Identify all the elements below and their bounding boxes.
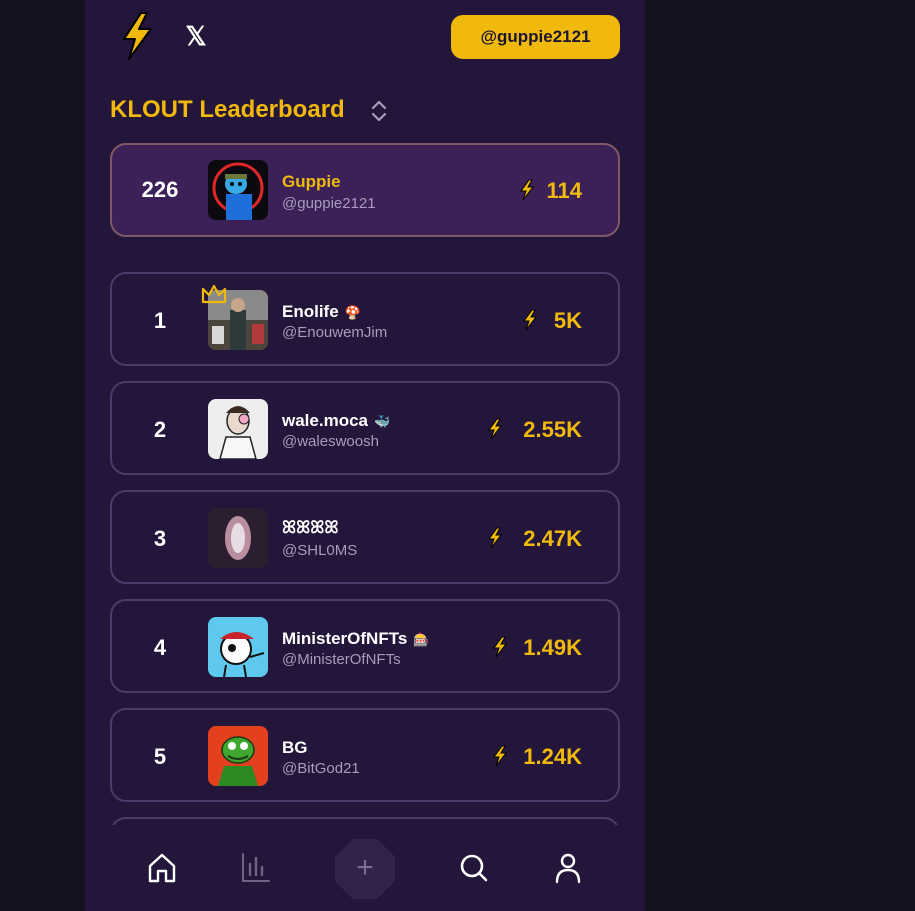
rank-number: 5: [153, 744, 167, 769]
left-backdrop: [0, 0, 85, 911]
user-handle: @BitGod21: [282, 760, 360, 777]
user-name: MinisterOfNFTs 🎰: [282, 629, 430, 649]
user-handle: @MinisterOfNFTs: [282, 651, 401, 668]
lightning-bolt-icon: [493, 636, 508, 658]
leaderboard-row[interactable]: 1 Enolife 🍄 @EnouwemJim 5K: [110, 272, 620, 366]
klout-score: 2.47K: [523, 526, 582, 551]
bottom-navigation: +: [85, 825, 645, 911]
top-bar: 𝕏 @guppie2121: [85, 0, 645, 80]
user-handle: @guppie2121: [282, 195, 376, 212]
app-panel: 𝕏 @guppie2121 KLOUT Leaderboard 226 Gupp…: [85, 0, 645, 911]
right-backdrop: [645, 0, 915, 911]
lightning-bolt-icon: [523, 309, 538, 331]
whale-emoji-icon: 🐳: [374, 414, 391, 429]
search-icon[interactable]: [458, 851, 490, 885]
user-name: ꕤꕤꕤꕤ: [282, 518, 339, 537]
rank-number: 226: [141, 177, 179, 202]
lightning-bolt-icon: [488, 418, 503, 440]
current-user-card[interactable]: 226 Guppie @guppie2121 114: [110, 143, 620, 237]
user-handle: @waleswoosh: [282, 433, 379, 450]
klout-score: 5K: [553, 308, 582, 333]
rank-number: 2: [153, 417, 167, 442]
user-handle: @EnouwemJim: [282, 324, 388, 341]
user-name: BG: [282, 738, 308, 757]
klout-score: 114: [546, 178, 583, 203]
chart-icon[interactable]: [240, 851, 272, 885]
user-name: Enolife 🍄: [282, 302, 361, 322]
lightning-bolt-icon: [493, 745, 508, 767]
mushroom-emoji-icon: 🍄: [344, 305, 361, 320]
leaderboard-row[interactable]: 2 wale.moca 🐳 @waleswoosh 2.55K: [110, 381, 620, 475]
user-name-text: MinisterOfNFTs: [282, 629, 408, 648]
leaderboard-title: KLOUT Leaderboard: [110, 96, 345, 123]
home-icon[interactable]: [146, 851, 178, 885]
chevron-up-down-icon[interactable]: [367, 98, 391, 124]
avatar: [208, 160, 268, 220]
crown-icon: [201, 284, 227, 304]
lightning-bolt-logo-icon[interactable]: [119, 12, 155, 60]
user-name: wale.moca 🐳: [282, 411, 390, 431]
leaderboard-row[interactable]: 3 ꕤꕤꕤꕤ @SHL0MS 2.47K: [110, 490, 620, 584]
user-name: Guppie: [282, 172, 341, 191]
klout-score: 1.24K: [523, 744, 582, 769]
avatar: [208, 399, 268, 459]
x-logo-icon[interactable]: 𝕏: [182, 20, 210, 52]
klout-score: 2.55K: [523, 417, 582, 442]
lightning-bolt-icon: [520, 179, 535, 201]
avatar: [208, 508, 268, 568]
slot-machine-emoji-icon: 🎰: [413, 632, 430, 647]
profile-icon[interactable]: [552, 851, 584, 885]
avatar: [208, 726, 268, 786]
rank-number: 3: [153, 526, 167, 551]
leaderboard-row[interactable]: 4 MinisterOfNFTs 🎰 @MinisterOfNFTs 1.49K: [110, 599, 620, 693]
rank-number: 4: [153, 635, 167, 660]
user-name-text: wale.moca: [282, 411, 368, 430]
user-handle: @SHL0MS: [282, 542, 358, 559]
lightning-bolt-icon: [488, 527, 503, 549]
user-profile-button[interactable]: @guppie2121: [451, 15, 620, 59]
rank-number: 1: [153, 308, 167, 333]
leaderboard-row[interactable]: 5 BG @BitGod21 1.24K: [110, 708, 620, 802]
klout-score: 1.49K: [523, 635, 582, 660]
user-name-text: Enolife: [282, 302, 339, 321]
plus-icon[interactable]: +: [335, 839, 395, 899]
avatar: [208, 617, 268, 677]
